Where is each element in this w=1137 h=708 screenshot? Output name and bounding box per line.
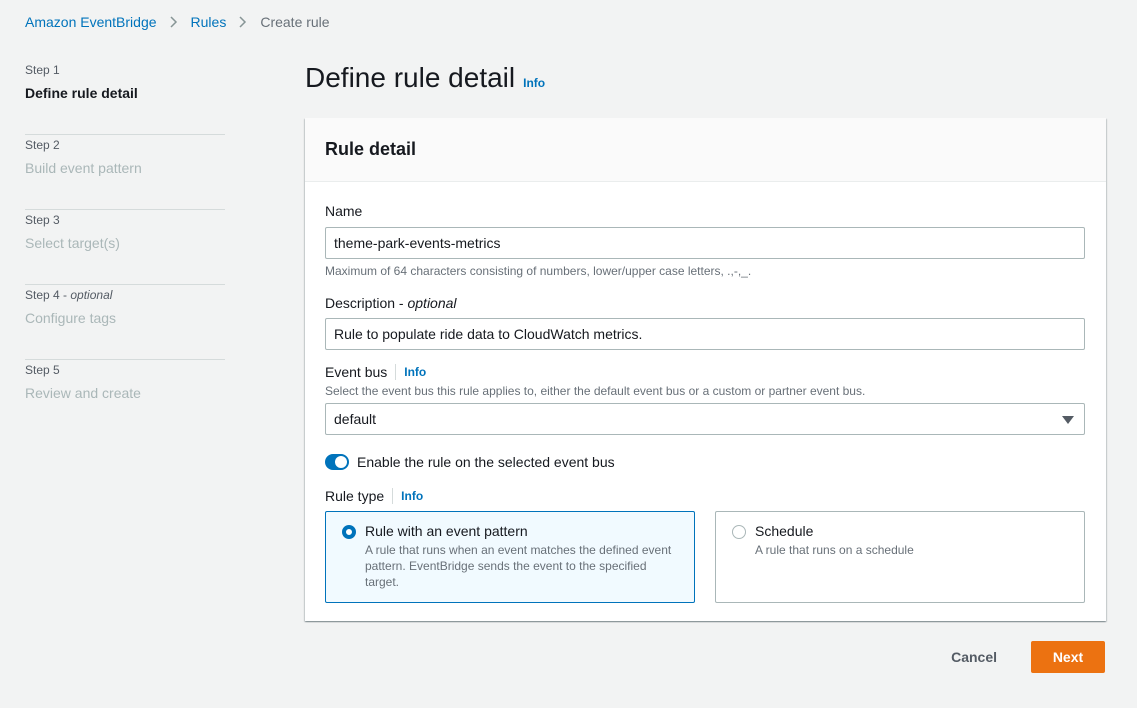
tile-description: A rule that runs on a schedule <box>755 543 914 557</box>
tile-title: Schedule <box>755 523 814 539</box>
rule-type-tiles: Rule with an event pattern A rule that r… <box>325 511 1086 603</box>
wizard-step-1: Step 1 Define rule detail <box>25 60 225 135</box>
breadcrumb-eventbridge-link[interactable]: Amazon EventBridge <box>25 14 157 30</box>
cancel-button[interactable]: Cancel <box>931 641 1017 673</box>
step-title: Configure tags <box>25 310 117 326</box>
step-title: Review and create <box>25 385 141 401</box>
panel-header: Rule detail <box>305 118 1106 182</box>
caret-down-icon <box>1062 411 1074 427</box>
step-number: Step 2 <box>25 138 60 152</box>
wizard-step-3: Step 3 Select target(s) <box>25 210 225 285</box>
wizard-step-5: Step 5 Review and create <box>25 360 225 435</box>
step-title: Select target(s) <box>25 235 120 251</box>
panel-body: Name Maximum of 64 characters consisting… <box>305 182 1106 603</box>
event-bus-info-link[interactable]: Info <box>404 364 426 380</box>
label-divider <box>395 364 397 380</box>
description-input[interactable] <box>325 318 1085 350</box>
tile-title: Rule with an event pattern <box>365 523 528 539</box>
event-bus-selected-value: default <box>334 411 377 427</box>
panel-title: Rule detail <box>325 139 417 159</box>
rule-type-schedule-tile[interactable]: Schedule A rule that runs on a schedule <box>715 511 1085 603</box>
enable-rule-row: Enable the rule on the selected event bu… <box>325 454 1086 470</box>
tile-description: A rule that runs when an event matches t… <box>365 543 672 589</box>
name-label: Name <box>325 203 363 219</box>
name-input[interactable] <box>325 227 1085 259</box>
wizard-step-2: Step 2 Build event pattern <box>25 135 225 210</box>
wizard-step-4: Step 4 - optional Configure tags <box>25 285 225 360</box>
enable-rule-toggle[interactable] <box>325 454 349 470</box>
step-title: Build event pattern <box>25 160 142 176</box>
chevron-right-icon <box>239 16 247 28</box>
breadcrumb-current: Create rule <box>260 14 330 30</box>
breadcrumb: Amazon EventBridge Rules Create rule <box>25 13 330 31</box>
page-info-link[interactable]: Info <box>523 76 545 90</box>
toggle-knob <box>335 456 347 468</box>
step-number: Step 4 - optional <box>25 288 113 302</box>
event-bus-select[interactable]: default <box>325 403 1085 435</box>
event-bus-label: Event bus Info <box>325 364 427 380</box>
enable-rule-label: Enable the rule on the selected event bu… <box>357 454 615 470</box>
step-number: Step 1 <box>25 63 60 77</box>
wizard-steps: Step 1 Define rule detail Step 2 Build e… <box>25 60 225 435</box>
rule-detail-panel: Rule detail Name Maximum of 64 character… <box>305 118 1106 621</box>
page-title: Define rule detail <box>305 62 516 93</box>
rule-type-info-link[interactable]: Info <box>401 488 423 504</box>
radio-button-checked[interactable] <box>342 525 356 539</box>
radio-button[interactable] <box>732 525 746 539</box>
step-number: Step 5 <box>25 363 60 377</box>
rule-type-label: Rule type Info <box>325 488 424 504</box>
description-label: Description - optional <box>325 295 457 311</box>
step-title: Define rule detail <box>25 85 138 101</box>
breadcrumb-rules-link[interactable]: Rules <box>191 14 227 30</box>
rule-type-event-pattern-tile[interactable]: Rule with an event pattern A rule that r… <box>325 511 695 603</box>
name-hint: Maximum of 64 characters consisting of n… <box>325 264 752 278</box>
optional-label: optional <box>407 295 457 311</box>
wizard-footer: Cancel Next <box>931 641 1105 673</box>
step-number: Step 3 <box>25 213 60 227</box>
step-optional-label: optional <box>70 288 113 302</box>
label-divider <box>392 488 394 504</box>
event-bus-hint: Select the event bus this rule applies t… <box>325 384 866 398</box>
chevron-right-icon <box>170 16 178 28</box>
next-button[interactable]: Next <box>1031 641 1105 673</box>
page-header: Define rule detail Info <box>305 62 545 94</box>
